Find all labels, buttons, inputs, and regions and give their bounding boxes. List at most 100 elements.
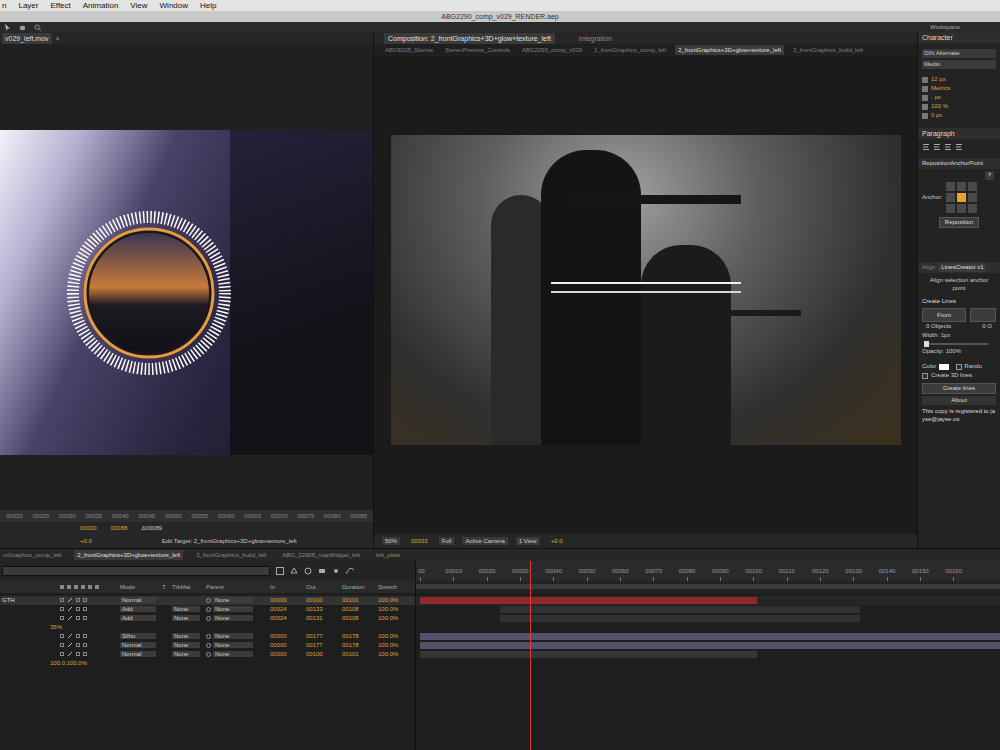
effect-switch[interactable] <box>76 652 80 656</box>
layer-duration-bar[interactable] <box>420 642 1000 649</box>
duration[interactable]: 00101 <box>342 651 378 657</box>
exposure-value[interactable]: +0.0 <box>80 538 92 544</box>
composition-subtab[interactable]: 3_frontGraphics_build_left <box>790 45 866 55</box>
menu-item[interactable]: Help <box>200 2 216 10</box>
effect-switch[interactable] <box>76 643 80 647</box>
shy-icon[interactable] <box>304 567 312 575</box>
effect-switch[interactable] <box>76 616 80 620</box>
parent-dropdown[interactable]: None <box>213 651 253 657</box>
footage-in[interactable]: 00000 <box>80 525 97 531</box>
trkmat-dropdown[interactable]: None <box>172 651 200 657</box>
column-header[interactable]: T <box>162 584 172 590</box>
in-point[interactable]: 00024 <box>270 606 306 612</box>
help-button[interactable]: ? <box>985 171 994 180</box>
effect-switch[interactable] <box>76 634 80 638</box>
quality-switch-icon[interactable] <box>67 642 73 648</box>
trkmat-dropdown[interactable]: None <box>172 606 200 612</box>
parent-dropdown[interactable]: None <box>213 597 253 603</box>
quality-switch-icon[interactable] <box>67 615 73 621</box>
property-value[interactable]: 100.0,100.0% <box>0 660 87 666</box>
layer-row[interactable]: NormalNoneNone000000010000101100.0% <box>0 650 415 659</box>
out-point[interactable]: 00177 <box>306 633 342 639</box>
blend-switch[interactable] <box>83 598 87 602</box>
quality-switch-icon[interactable] <box>67 651 73 657</box>
stretch[interactable]: 100.0% <box>378 642 416 648</box>
frame-blending-icon[interactable] <box>318 567 326 575</box>
trkmat-dropdown[interactable]: None <box>172 633 200 639</box>
in-point[interactable]: 00000 <box>270 651 306 657</box>
property-value[interactable]: 35% <box>0 624 62 630</box>
duration[interactable]: 00178 <box>342 642 378 648</box>
anchor-button[interactable] <box>957 204 966 213</box>
menu-item[interactable]: Animation <box>83 2 119 10</box>
duration[interactable]: 00101 <box>342 597 378 603</box>
layer-row[interactable]: GTHNormalNone000000010000101100.0% <box>0 596 415 605</box>
mode-dropdown[interactable]: Normal <box>120 597 156 603</box>
hand-tool-icon[interactable] <box>19 24 26 31</box>
composition-subtab[interactable]: 1_frontGraphics_comp_left <box>591 45 669 55</box>
parent-dropdown[interactable]: None <box>213 606 253 612</box>
color-swatch[interactable] <box>939 364 949 370</box>
parent-dropdown[interactable]: None <box>213 642 253 648</box>
out-point[interactable]: 00100 <box>306 597 342 603</box>
column-header[interactable]: Duration <box>342 584 378 590</box>
to-button[interactable] <box>970 308 996 322</box>
anchor-button[interactable] <box>968 204 977 213</box>
parent-dropdown[interactable]: None <box>213 615 253 621</box>
pick-whip-icon[interactable] <box>206 598 211 603</box>
footage-ruler[interactable]: 0002000025000300003500040000450005000055… <box>0 510 373 522</box>
create-lines-button[interactable]: Create lines <box>922 383 996 394</box>
views-dropdown[interactable]: 1 View <box>516 537 540 545</box>
scale-field-value[interactable]: 100 % <box>931 102 948 111</box>
panel-tab[interactable]: LinesCreator v1 <box>939 263 985 272</box>
motion-blur-icon[interactable] <box>332 567 340 575</box>
blend-switch[interactable] <box>83 652 87 656</box>
reposition-button[interactable]: Reposition <box>939 217 979 228</box>
anchor-button[interactable] <box>957 182 966 191</box>
current-time[interactable]: 00033 <box>408 538 431 544</box>
resolution-dropdown[interactable]: Full <box>439 537 455 545</box>
timeline-tab[interactable]: mGraphics_comp_left <box>0 550 64 560</box>
effect-switch[interactable] <box>76 598 80 602</box>
blend-switch[interactable] <box>83 607 87 611</box>
pick-whip-icon[interactable] <box>206 616 211 621</box>
effect-switch[interactable] <box>76 607 80 611</box>
quality-switch-icon[interactable] <box>67 606 73 612</box>
menu-item[interactable]: n <box>2 2 6 10</box>
lock-switch[interactable] <box>60 607 64 611</box>
stretch[interactable]: 100.0% <box>378 597 416 603</box>
composition-subtab[interactable]: 2_frontGraphics+3D+glow+texture_left <box>675 45 784 55</box>
mode-dropdown[interactable]: Add <box>120 615 156 621</box>
duration[interactable]: 00108 <box>342 615 378 621</box>
layer-duration-bar[interactable] <box>420 651 757 658</box>
quality-switch-icon[interactable] <box>67 633 73 639</box>
timeline-tab[interactable]: 3_frontGraphics_build_left <box>193 550 269 560</box>
composition-subtab[interactable]: ABG2290_comp_v029 <box>519 45 585 55</box>
layer-row[interactable]: AddNoneNone000240013100108100.0% <box>0 614 415 623</box>
lock-switch[interactable] <box>60 643 64 647</box>
pick-whip-icon[interactable] <box>206 634 211 639</box>
kerning-field-value[interactable]: Metrics <box>931 84 950 93</box>
layer-duration-bar[interactable] <box>500 606 860 613</box>
anchor-button[interactable] <box>968 182 977 191</box>
opacity-slider-handle[interactable] <box>924 341 929 347</box>
baseline-field-value[interactable]: 0 px <box>931 111 942 120</box>
duration[interactable]: 00108 <box>342 606 378 612</box>
font-size-field[interactable]: 12 px <box>918 75 1000 84</box>
baseline-field[interactable]: 0 px <box>918 111 1000 120</box>
anchor-button[interactable] <box>946 182 955 191</box>
lock-switch[interactable] <box>60 598 64 602</box>
leading-field-value[interactable]: - px <box>931 93 941 102</box>
blend-switch[interactable] <box>83 616 87 620</box>
out-point[interactable]: 00177 <box>306 642 342 648</box>
leading-field[interactable]: - px <box>918 93 1000 102</box>
column-header[interactable]: TrkMat <box>172 584 206 590</box>
pick-whip-icon[interactable] <box>206 643 211 648</box>
in-point[interactable]: 00000 <box>270 597 306 603</box>
stretch[interactable]: 100.0% <box>378 615 416 621</box>
layer-duration-bar[interactable] <box>500 615 860 622</box>
menu-item[interactable]: Window <box>160 2 188 10</box>
blend-switch[interactable] <box>83 643 87 647</box>
panel-tab[interactable]: Align <box>920 263 937 272</box>
mode-dropdown[interactable]: Silho <box>120 633 156 639</box>
